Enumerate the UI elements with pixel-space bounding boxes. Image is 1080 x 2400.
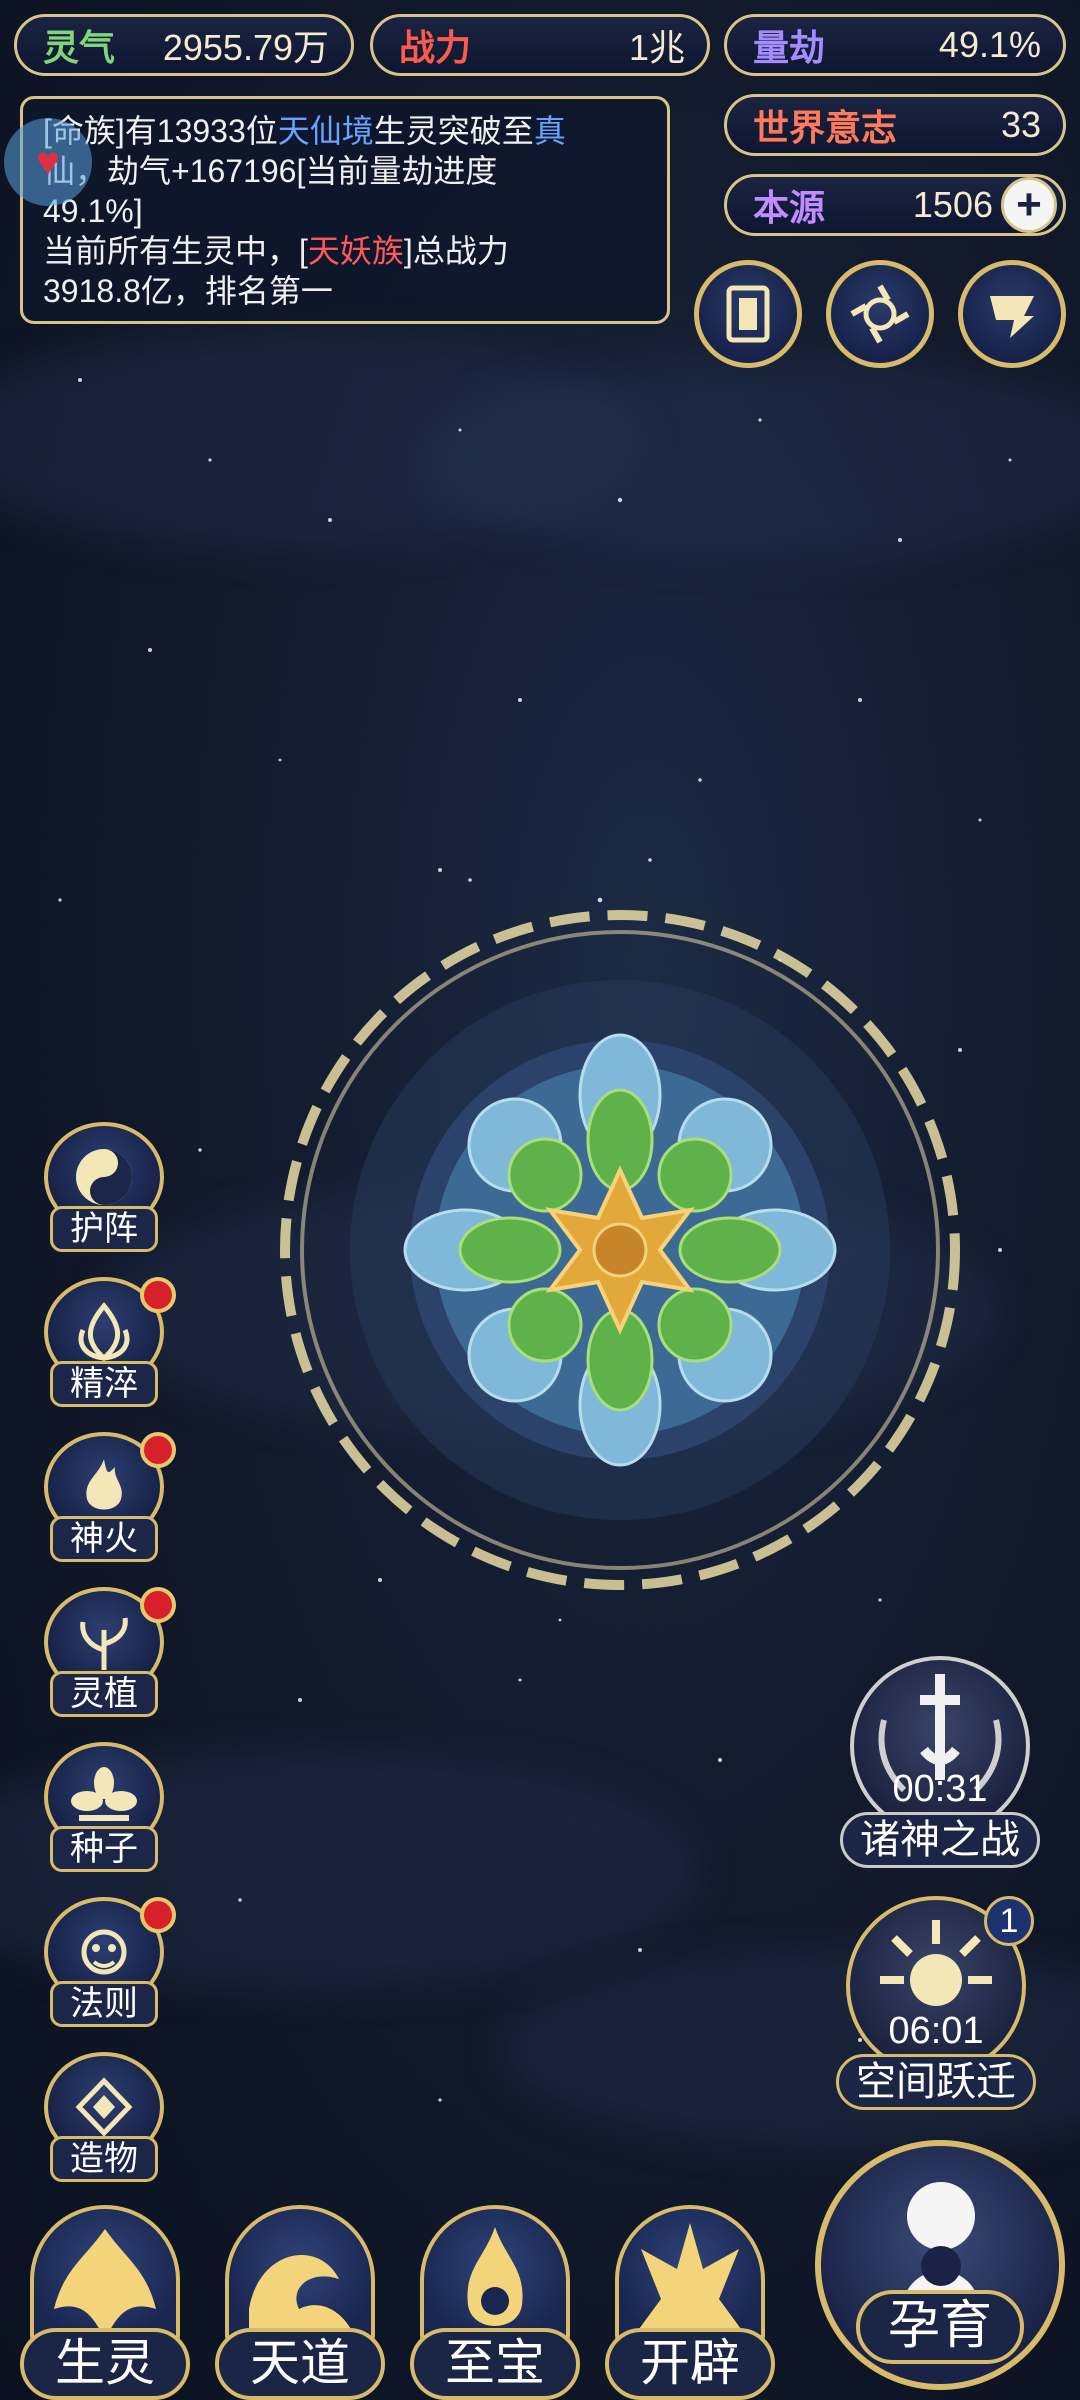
benyuan-resource: 本源 1506 + [724,174,1066,236]
notification-badge [140,1897,176,1933]
side-button-label: 造物 [50,2136,158,2182]
side-button-label: 法则 [50,1981,158,2027]
nav-tian-dao[interactable]: 天道 [215,2205,385,2400]
yun-yu-label: 孕育 [856,2290,1024,2364]
nav-sheng-ling[interactable]: 生灵 [20,2205,190,2400]
message-text: 49.1%] [43,193,143,229]
side-button-fa-ze[interactable]: 法则 [40,1897,176,2027]
nav-kai-pi[interactable]: 开辟 [605,2205,775,2400]
scroll-icon [990,296,1034,338]
card-icon [726,285,770,343]
liangjie-resource: 量劫 49.1% [724,14,1066,76]
lingqi-label: 灵气 [43,27,116,69]
side-button-hu-zhen[interactable]: 护阵 [40,1122,168,1252]
side-button-jing-cui[interactable]: 精淬 [40,1277,176,1407]
realm-name: 真 [533,113,566,149]
liangjie-value: 49.1% [938,24,1041,65]
world-will-resource: 世界意志 33 [724,94,1066,156]
message-text: 生灵突破至 [373,113,534,149]
floating-assistant-button[interactable]: ♥ [4,118,92,206]
lingqi-resource: 灵气 2955.79万 [14,14,354,76]
nav-label: 至宝 [410,2328,580,2400]
space-jump-button[interactable]: 1 06:01 空间跃迁 [836,1896,1036,2110]
side-button-label: 灵植 [50,1671,158,1717]
event-log: [命族]有13933位天仙境生灵突破至真 仙，劫气+167196[当前量劫进度 … [20,96,670,324]
nav-label: 生灵 [20,2328,190,2400]
benyuan-label: 本源 [753,187,826,229]
nav-zhi-bao[interactable]: 至宝 [410,2205,580,2400]
card-button[interactable] [694,260,802,368]
yun-yu-button[interactable]: 孕育 [815,2140,1065,2390]
side-button-label: 种子 [50,1826,158,1872]
side-button-shen-huo[interactable]: 神火 [40,1432,176,1562]
message-text: ]总战力 [403,233,509,269]
message-text: 3918.8亿，排名第一 [43,273,333,309]
zhanli-label: 战力 [399,27,472,69]
plus-icon: + [1016,180,1042,229]
zhanli-resource: 战力 1兆 [370,14,710,76]
side-button-zao-wu[interactable]: 造物 [40,2052,168,2182]
heart-icon: ♥ [36,139,60,184]
race-name: 天妖族 [307,233,404,269]
add-benyuan-button[interactable]: + [1001,177,1057,233]
side-button-label: 精淬 [50,1361,158,1407]
space-jump-badge: 1 [984,1896,1034,1946]
gods-war-timer: 00:31 [892,1768,988,1810]
zhanli-value: 1兆 [628,27,685,68]
scroll-button[interactable] [958,260,1066,368]
liangjie-label: 量劫 [753,27,826,69]
lingqi-value: 2955.79万 [162,27,329,68]
nav-label: 天道 [215,2328,385,2400]
side-button-label: 神火 [50,1516,158,1562]
notification-badge [140,1587,176,1623]
notification-badge [140,1277,176,1313]
world-will-label: 世界意志 [753,107,898,149]
gods-war-button[interactable]: 00:31 诸神之战 [840,1656,1040,1868]
world-will-value: 33 [1000,104,1041,145]
world-orb[interactable] [270,900,970,1600]
message-text: 当前所有生灵中，[ [43,233,308,269]
message-text: 仙，劫气+167196[当前量劫进度 [43,153,498,189]
side-button-zhong-zi[interactable]: 种子 [40,1742,168,1872]
benyuan-value: 1506 [912,184,993,225]
space-jump-label: 空间跃迁 [836,2054,1036,2110]
vortex-button[interactable] [826,260,934,368]
realm-name: 天仙境 [277,113,374,149]
side-button-label: 护阵 [50,1206,158,1252]
notification-badge [140,1432,176,1468]
nav-label: 开辟 [605,2328,775,2400]
gods-war-label: 诸神之战 [840,1812,1040,1868]
side-button-ling-zhi[interactable]: 灵植 [40,1587,176,1717]
vortex-icon [850,284,910,344]
space-jump-timer: 06:01 [888,2010,984,2052]
